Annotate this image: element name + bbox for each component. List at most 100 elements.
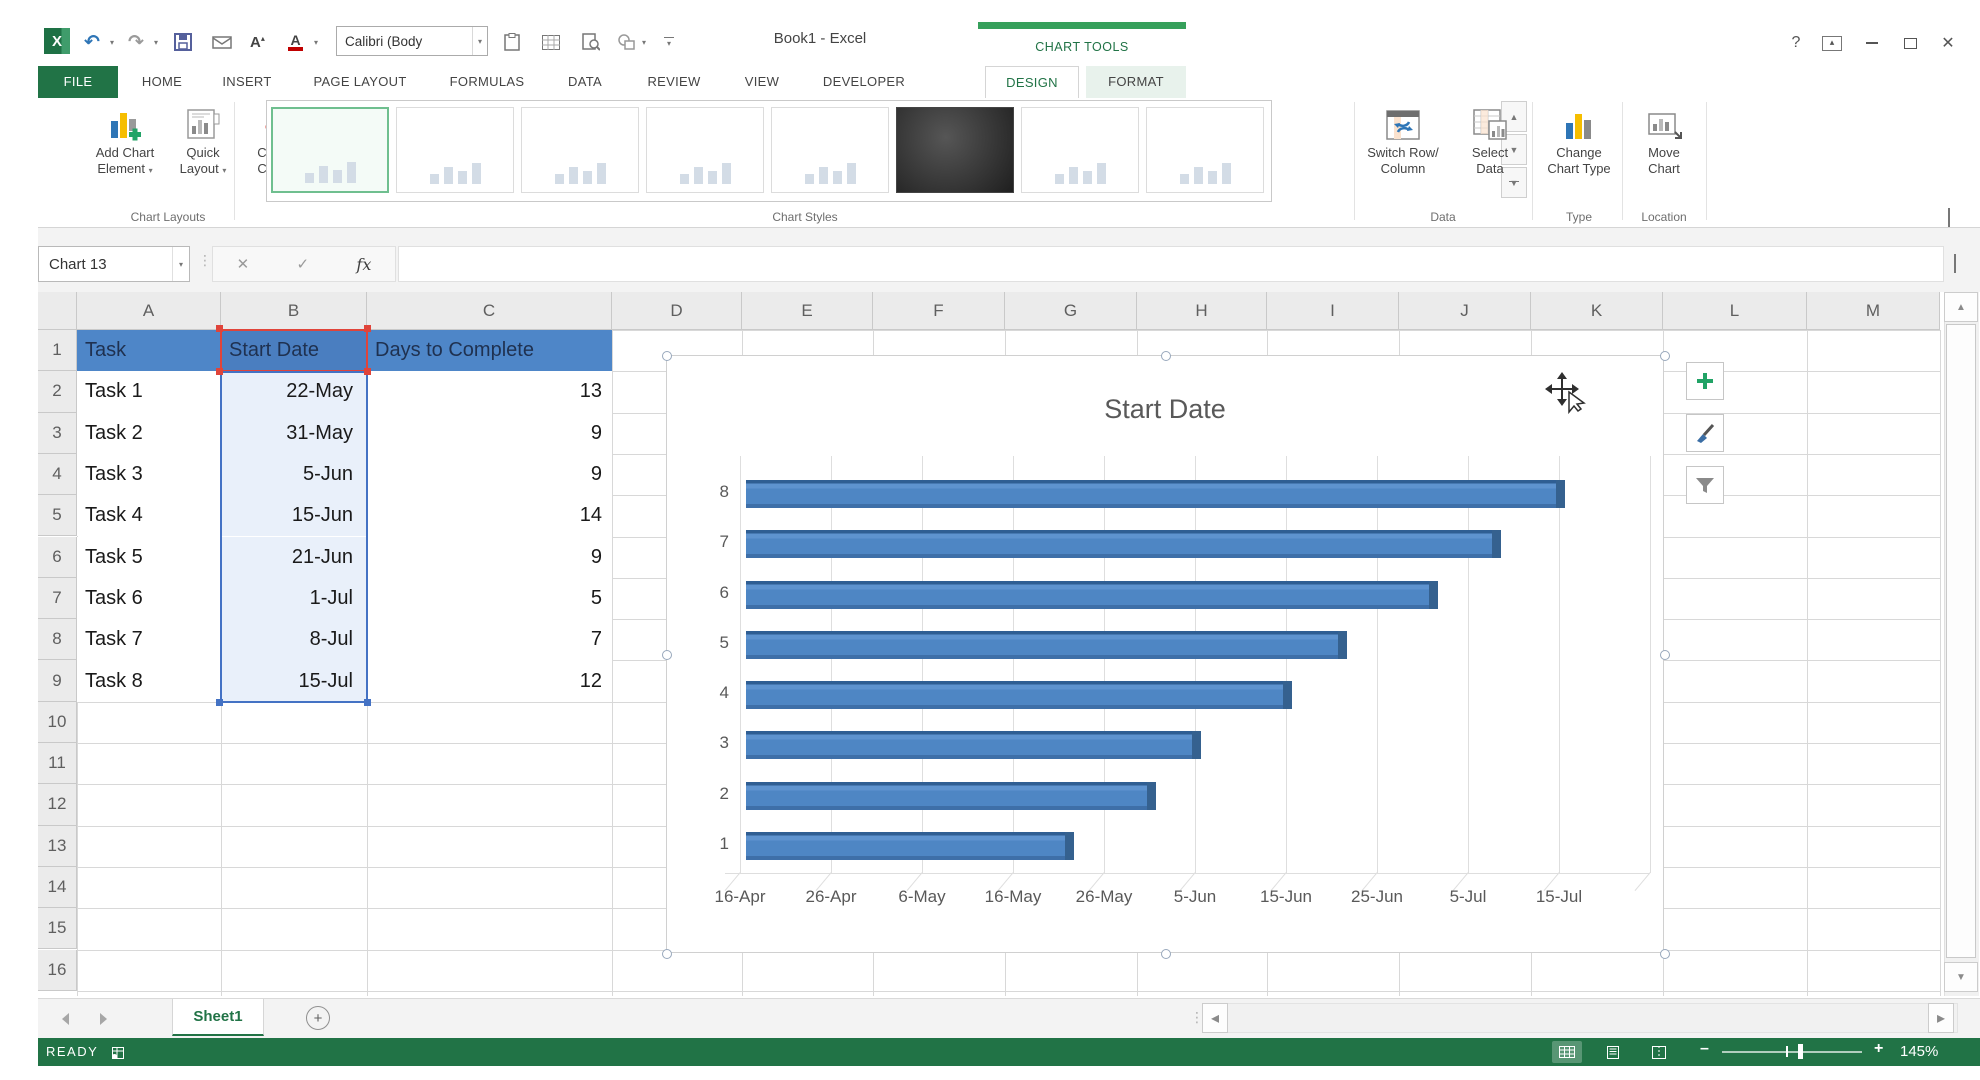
- cell-days-to-complete[interactable]: 7: [367, 619, 612, 661]
- zoom-percentage[interactable]: 145%: [1900, 1043, 1938, 1060]
- enter-formula-icon[interactable]: ✓: [297, 255, 310, 273]
- undo-icon[interactable]: ↶: [84, 30, 100, 54]
- collapse-ribbon-button[interactable]: [1948, 208, 1960, 227]
- chart-bar-task-5[interactable]: [746, 630, 1347, 659]
- switch-row-column-button[interactable]: Switch Row/Column: [1360, 100, 1446, 206]
- email-icon[interactable]: [212, 30, 232, 54]
- cell-task[interactable]: Task 6: [77, 577, 221, 620]
- chart-resize-handle[interactable]: [1660, 949, 1670, 959]
- tab-home[interactable]: HOME: [126, 66, 198, 98]
- zoom-slider-track[interactable]: [1722, 1051, 1862, 1053]
- chart-style-thumb[interactable]: [521, 107, 639, 193]
- chart-bar-task-8[interactable]: [746, 479, 1565, 508]
- tab-data[interactable]: DATA: [550, 66, 620, 98]
- row-header-6[interactable]: 6: [38, 536, 77, 578]
- zoom-in-button[interactable]: +: [1874, 1040, 1883, 1058]
- horizontal-scrollbar[interactable]: [1206, 1003, 1958, 1033]
- font-name-combobox[interactable]: Calibri (Body ▾: [336, 26, 488, 56]
- row-header-9[interactable]: 9: [38, 660, 77, 702]
- next-sheet-icon[interactable]: [100, 1013, 107, 1025]
- chart-style-thumb[interactable]: [646, 107, 764, 193]
- column-header-H[interactable]: H: [1137, 292, 1267, 330]
- chart-styles-button[interactable]: [1686, 414, 1724, 452]
- range-handle[interactable]: [364, 699, 371, 706]
- cell-days-to-complete[interactable]: 9: [367, 536, 612, 578]
- change-chart-type-button[interactable]: Change Chart Type: [1536, 100, 1622, 206]
- select-all-corner[interactable]: [38, 292, 77, 330]
- minimize-button[interactable]: [1858, 30, 1886, 56]
- row-header-13[interactable]: 13: [38, 825, 77, 867]
- prev-sheet-icon[interactable]: [62, 1013, 69, 1025]
- tab-insert[interactable]: INSERT: [206, 66, 288, 98]
- formula-input[interactable]: [398, 246, 1944, 282]
- row-header-14[interactable]: 14: [38, 866, 77, 909]
- column-header-G[interactable]: G: [1005, 292, 1137, 330]
- row-header-4[interactable]: 4: [38, 453, 77, 496]
- column-header-L[interactable]: L: [1663, 292, 1807, 330]
- row-header-11[interactable]: 11: [38, 743, 77, 785]
- scroll-down-button[interactable]: ▼: [1944, 962, 1978, 992]
- tab-page-layout[interactable]: PAGE LAYOUT: [296, 66, 424, 98]
- column-header-E[interactable]: E: [742, 292, 873, 330]
- print-preview-icon[interactable]: [582, 30, 600, 54]
- zoom-out-button[interactable]: –: [1700, 1040, 1709, 1058]
- scroll-right-button[interactable]: ▸: [1928, 1003, 1954, 1033]
- chart-style-thumb[interactable]: [396, 107, 514, 193]
- chart-style-thumb[interactable]: [771, 107, 889, 193]
- row-header-3[interactable]: 3: [38, 412, 77, 454]
- chart-elements-button[interactable]: [1686, 362, 1724, 400]
- cell-days-to-complete[interactable]: 13: [367, 371, 612, 413]
- close-button[interactable]: ✕: [1934, 30, 1962, 56]
- tab-view[interactable]: VIEW: [728, 66, 796, 98]
- cell-days-to-complete[interactable]: 14: [367, 495, 612, 537]
- range-handle[interactable]: [364, 325, 371, 332]
- move-chart-button[interactable]: Move Chart: [1626, 100, 1702, 206]
- tab-review[interactable]: REVIEW: [628, 66, 720, 98]
- row-header-15[interactable]: 15: [38, 908, 77, 950]
- shapes-icon[interactable]: [618, 30, 636, 54]
- column-header-A[interactable]: A: [77, 292, 221, 330]
- chart-style-thumb[interactable]: [1021, 107, 1139, 193]
- row-header-7[interactable]: 7: [38, 577, 77, 620]
- redo-dropdown-caret-icon[interactable]: ▾: [154, 30, 158, 54]
- macro-record-icon[interactable]: [110, 1044, 126, 1065]
- cell-task[interactable]: Task 2: [77, 412, 221, 454]
- table-icon[interactable]: [542, 30, 560, 54]
- cell-days-to-complete[interactable]: 9: [367, 412, 612, 454]
- chart-bar-task-6[interactable]: [746, 580, 1438, 609]
- column-header-C[interactable]: C: [367, 292, 612, 330]
- sheet-tab-sheet1[interactable]: Sheet1: [172, 999, 264, 1036]
- row-header-2[interactable]: 2: [38, 371, 77, 413]
- row-header-10[interactable]: 10: [38, 701, 77, 743]
- cell-days-to-complete[interactable]: 9: [367, 453, 612, 496]
- chart-bar-task-4[interactable]: [746, 681, 1292, 710]
- row-header-8[interactable]: 8: [38, 619, 77, 661]
- row-header-16[interactable]: 16: [38, 949, 77, 991]
- increase-font-icon[interactable]: A ▴: [250, 30, 265, 54]
- column-header-D[interactable]: D: [612, 292, 742, 330]
- vertical-scroll-thumb[interactable]: [1946, 324, 1976, 958]
- chart-resize-handle[interactable]: [1660, 650, 1670, 660]
- chart-resize-handle[interactable]: [1660, 351, 1670, 361]
- chart-resize-handle[interactable]: [662, 949, 672, 959]
- chart[interactable]: Start Date 16-Apr 26-Apr 6-May 16-May 26-May…: [662, 351, 1670, 959]
- column-header-K[interactable]: K: [1531, 292, 1663, 330]
- normal-view-button[interactable]: [1552, 1041, 1582, 1063]
- page-layout-view-button[interactable]: [1598, 1041, 1628, 1063]
- chart-resize-handle[interactable]: [662, 650, 672, 660]
- chart-bar-task-1[interactable]: [746, 832, 1074, 860]
- page-break-view-button[interactable]: [1644, 1041, 1674, 1063]
- scroll-left-button[interactable]: ◂: [1202, 1003, 1228, 1033]
- range-handle[interactable]: [216, 325, 223, 332]
- chart-resize-handle[interactable]: [662, 351, 672, 361]
- zoom-slider-thumb[interactable]: [1798, 1044, 1803, 1059]
- font-color-caret-icon[interactable]: ▾: [314, 30, 318, 54]
- column-header-F[interactable]: F: [873, 292, 1005, 330]
- cell-task[interactable]: Task 4: [77, 495, 221, 537]
- column-header-B[interactable]: B: [221, 292, 367, 330]
- save-icon[interactable]: [174, 30, 192, 54]
- add-chart-element-button[interactable]: Add Chart Element ▾: [82, 100, 168, 206]
- tab-design[interactable]: DESIGN: [985, 66, 1079, 98]
- row-header-1[interactable]: 1: [38, 330, 77, 372]
- redo-icon[interactable]: ↷: [128, 30, 144, 54]
